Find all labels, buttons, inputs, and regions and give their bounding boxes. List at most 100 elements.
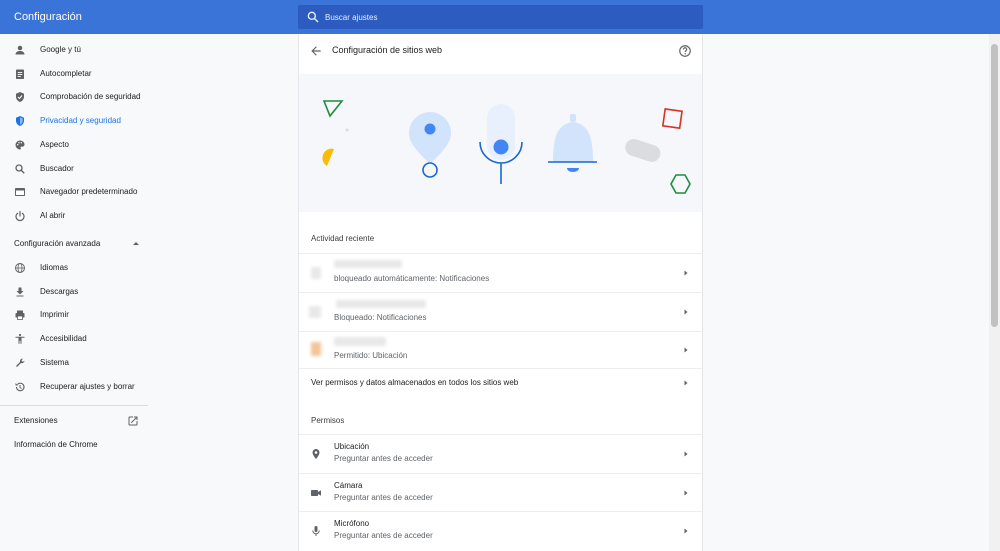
sidebar-item-downloads[interactable]: Descargas [0, 281, 148, 303]
sidebar-item-label: Accesibilidad [40, 334, 87, 343]
view-all-sites-label: Ver permisos y datos almacenados en todo… [311, 378, 519, 387]
recent-site-row[interactable]: bloqueado automáticamente: Notificacione… [299, 253, 702, 292]
square-shape [661, 108, 683, 130]
site-url [334, 260, 402, 268]
sidebar-item-google[interactable]: Google y tú [0, 39, 148, 61]
site-favicon [309, 306, 321, 318]
permission-value: Preguntar antes de acceder [334, 454, 433, 463]
hero-illustration [299, 74, 702, 212]
extensions-link[interactable]: Extensiones [14, 412, 58, 430]
sidebar-item-label: Google y tú [40, 45, 81, 54]
chevron-right-icon [684, 270, 688, 276]
page-scrollbar[interactable] [989, 34, 1000, 551]
page-title: Configuración de sitios web [332, 45, 443, 55]
microphone-shape [479, 104, 523, 184]
advanced-settings-toggle[interactable]: Configuración avanzada [14, 235, 139, 253]
site-settings-card: Configuración de sitios web Actividad re… [298, 34, 703, 551]
card-header: Configuración de sitios web [299, 34, 702, 68]
chevron-right-icon [684, 347, 688, 353]
sidebar-item-reset[interactable]: Recuperar ajustes y borrar [0, 376, 148, 398]
sidebar-item-label: Recuperar ajustes y borrar [40, 382, 135, 391]
sidebar-item-label: Sistema [40, 358, 69, 367]
sidebar-item-label: Aspecto [40, 140, 69, 149]
shield-icon [16, 116, 24, 126]
site-url [334, 337, 386, 346]
person-icon [15, 45, 25, 55]
site-status: Bloqueado: Notificaciones [334, 313, 427, 322]
location-pin-shape [409, 112, 451, 178]
bell-shape [548, 114, 597, 172]
sidebar-item-accessibility[interactable]: Accesibilidad [0, 328, 148, 350]
site-status: Permitido: Ubicación [334, 351, 408, 360]
sidebar-item-safety-check[interactable]: Comprobación de seguridad [0, 86, 148, 108]
search-box[interactable] [298, 5, 703, 29]
sidebar-item-label: Idiomas [40, 263, 69, 272]
pill-shape [625, 139, 661, 162]
recent-site-row[interactable]: Permitido: Ubicación [299, 331, 702, 368]
sidebar-item-privacy[interactable]: Privacidad y seguridad [0, 110, 148, 132]
sidebar-item-languages[interactable]: Idiomas [0, 257, 148, 279]
recent-site-row[interactable]: Bloqueado: Notificaciones [299, 292, 702, 331]
camera-icon [311, 490, 321, 496]
chevron-right-icon [684, 490, 688, 496]
yellow-shape [322, 148, 334, 166]
permission-row-camera[interactable]: Cámara Preguntar antes de acceder [299, 473, 702, 511]
top-bar: Configuración [0, 0, 1000, 34]
dot-shape [345, 128, 349, 132]
sidebar-item-label: Descargas [40, 287, 79, 296]
download-icon [16, 287, 24, 297]
sidebar-item-appearance[interactable]: Aspecto [0, 134, 148, 156]
sidebar-item-label: Al abrir [40, 211, 66, 220]
permission-name: Micrófono [334, 519, 370, 528]
browser-icon [15, 188, 25, 196]
palette-icon [15, 140, 25, 150]
site-favicon [311, 342, 321, 356]
permissions-heading: Permisos [311, 416, 345, 425]
sidebar-divider [0, 405, 148, 406]
chevron-right-icon [684, 309, 688, 315]
permission-row-microphone[interactable]: Micrófono Preguntar antes de acceder [299, 511, 702, 551]
sidebar-item-printing[interactable]: Imprimir [0, 304, 148, 326]
sidebar: Google y tú Autocompletar Comprobación d… [0, 34, 298, 551]
wrench-icon [16, 358, 25, 367]
microphone-icon [312, 526, 320, 536]
open-in-new-icon[interactable] [127, 415, 139, 427]
location-pin-icon [312, 449, 320, 459]
sidebar-item-system[interactable]: Sistema [0, 352, 148, 374]
triangle-shape [322, 100, 344, 118]
globe-icon [15, 263, 25, 273]
permission-value: Preguntar antes de acceder [334, 493, 433, 502]
clipboard-icon [16, 69, 24, 79]
recent-activity-heading: Actividad reciente [311, 234, 375, 243]
sidebar-item-label: Comprobación de seguridad [40, 92, 141, 101]
search-input[interactable] [325, 5, 695, 29]
help-icon[interactable] [678, 44, 692, 58]
app-title: Configuración [14, 11, 82, 23]
scrollbar-thumb[interactable] [991, 44, 998, 327]
sidebar-item-label: Imprimir [40, 310, 69, 319]
permission-row-location[interactable]: Ubicación Preguntar antes de acceder [299, 434, 702, 473]
view-all-sites-row[interactable]: Ver permisos y datos almacenados en todo… [299, 368, 702, 396]
sidebar-item-default-browser[interactable]: Navegador predeterminado [0, 181, 148, 203]
restore-icon [15, 382, 25, 392]
permission-name: Ubicación [334, 442, 370, 451]
printer-icon [15, 310, 25, 320]
sidebar-item-on-startup[interactable]: Al abrir [0, 205, 148, 227]
search-icon [15, 164, 25, 174]
sidebar-item-label: Autocompletar [40, 69, 92, 78]
accessibility-icon [15, 333, 25, 344]
advanced-settings-label: Configuración avanzada [14, 239, 101, 248]
site-url [336, 300, 426, 308]
chevron-right-icon [684, 528, 688, 534]
about-chrome-link[interactable]: Información de Chrome [14, 436, 98, 454]
sidebar-item-autofill[interactable]: Autocompletar [0, 63, 148, 85]
site-status: bloqueado automáticamente: Notificacione… [334, 274, 490, 283]
site-favicon [311, 267, 321, 279]
search-icon [307, 11, 319, 23]
permission-name: Cámara [334, 481, 363, 490]
back-arrow-icon[interactable] [309, 44, 323, 58]
chevron-right-icon [684, 380, 688, 386]
sidebar-item-search-engine[interactable]: Buscador [0, 158, 148, 180]
sidebar-item-label: Privacidad y seguridad [40, 116, 121, 125]
chevron-right-icon [684, 451, 688, 457]
